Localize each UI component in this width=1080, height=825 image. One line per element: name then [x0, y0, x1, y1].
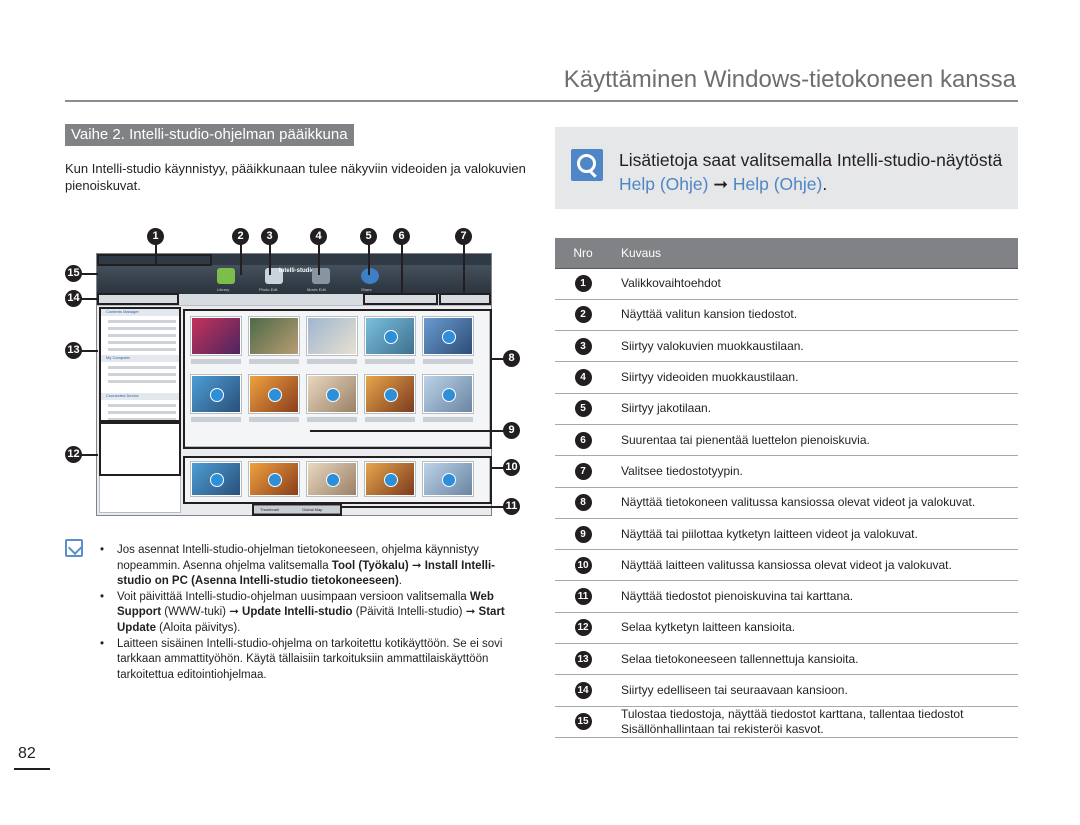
- table-row: 4 Siirtyy videoiden muokkaustilaan.: [555, 361, 1018, 394]
- page-title: Käyttäminen Windows-tietokoneen kanssa: [563, 66, 1016, 93]
- page-number-rule: [14, 768, 50, 770]
- share-icon: [361, 268, 379, 284]
- nav-highlight: [97, 293, 179, 305]
- row-description: Siirtyy valokuvien muokkaustilaan.: [611, 330, 1018, 363]
- info-box: Lisätietoja saat valitsemalla Intelli-st…: [555, 127, 1018, 209]
- row-description: Selaa tietokoneeseen tallennettuja kansi…: [611, 643, 1018, 676]
- marker-4: 4: [310, 228, 327, 245]
- marker-11: 11: [503, 498, 520, 515]
- row-description: Siirtyy edelliseen tai seuraavaan kansio…: [611, 674, 1018, 707]
- row-number-badge: 13: [574, 650, 592, 668]
- note-item: Laitteen sisäinen Intelli-studio-ohjelma…: [99, 637, 519, 684]
- intelli-studio-screenshot: Library Photo Edit Intelli-studio Movie …: [96, 253, 492, 516]
- table-row: 5 Siirtyy jakotilaan.: [555, 393, 1018, 425]
- row-number-badge: 14: [574, 682, 592, 699]
- share-label: Share: [361, 287, 372, 292]
- marker-5: 5: [360, 228, 377, 245]
- library-label: Library: [217, 287, 230, 292]
- table-row: 10 Näyttää laitteen valitussa kansiossa o…: [555, 549, 1018, 582]
- window-toolbar: Library Photo Edit Intelli-studio Movie …: [97, 265, 491, 294]
- marker-15: 15: [65, 265, 82, 282]
- row-number-badge: 10: [574, 556, 592, 574]
- table-row: 2 Näyttää valitun kansion tiedostot.: [555, 299, 1018, 332]
- marker-9: 9: [503, 422, 520, 439]
- row-number-badge: 12: [574, 619, 592, 637]
- column-header-nro: Nro: [555, 238, 611, 269]
- page-number: 82: [18, 745, 36, 762]
- row-number-badge: 5: [574, 400, 592, 418]
- row-number-badge: 1: [574, 275, 592, 293]
- info-text: Lisätietoja saat valitsemalla Intelli-st…: [619, 150, 1003, 194]
- row-description: Näyttää laitteen valitussa kansiossa ole…: [611, 549, 1018, 582]
- row-number-badge: 4: [574, 369, 592, 387]
- row-number-badge: 11: [574, 588, 592, 606]
- device-pane-highlight: [183, 456, 492, 504]
- row-number-badge: 15: [574, 713, 592, 731]
- row-description: Tulostaa tiedostoja, näyttää tiedostot k…: [611, 706, 1018, 738]
- table-row: 13 Selaa tietokoneeseen tallennettuja kan…: [555, 643, 1018, 676]
- row-description: Näyttää tietokoneen valitussa kansiossa …: [611, 487, 1018, 519]
- row-description: Näyttää tai piilottaa kytketyn laitteen …: [611, 518, 1018, 551]
- column-header-kuvaus: Kuvaus: [611, 238, 1018, 269]
- description-table: Nro Kuvaus 1 Valikkovaihtoehdot 2 Näyttää v…: [555, 238, 1018, 738]
- note-icon: [65, 539, 83, 557]
- row-description: Näyttää tiedostot pienoiskuvina tai kart…: [611, 580, 1018, 613]
- photo-edit-label: Photo Edit: [259, 287, 278, 292]
- section-title: Vaihe 2. Intelli-studio-ohjelman pääikku…: [65, 124, 354, 146]
- app-logo: Intelli-studio: [279, 268, 315, 274]
- marker-12: 12: [65, 446, 82, 463]
- row-number-badge: 9: [574, 525, 592, 543]
- marker-7: 7: [455, 228, 472, 245]
- marker-8: 8: [503, 350, 520, 367]
- table-row: 3 Siirtyy valokuvien muokkaustilaan.: [555, 330, 1018, 363]
- table-row: 11 Näyttää tiedostot pienoiskuvina tai ka…: [555, 580, 1018, 613]
- note-item: Voit päivittää Intelli-studio-ohjelman u…: [99, 590, 519, 637]
- zoom-highlight: [363, 293, 438, 305]
- marker-10: 10: [503, 459, 520, 476]
- marker-14: 14: [65, 290, 82, 307]
- tabs-highlight: [252, 503, 342, 516]
- table-row: 14 Siirtyy edelliseen tai seuraavaan kans…: [555, 674, 1018, 707]
- row-number-badge: 2: [574, 306, 592, 324]
- intro-paragraph: Kun Intelli-studio käynnistyy, pääikkuna…: [65, 161, 526, 193]
- row-description: Näyttää valitun kansion tiedostot.: [611, 299, 1018, 332]
- table-row: 12 Selaa kytketyn laitteen kansioita.: [555, 612, 1018, 645]
- note-item: Jos asennat Intelli-studio-ohjelman tiet…: [99, 543, 519, 590]
- row-number-badge: 3: [574, 337, 592, 355]
- library-icon: [217, 268, 235, 284]
- table-row: 15 Tulostaa tiedostoja, näyttää tiedostot…: [555, 706, 1018, 738]
- computer-pane-highlight: [183, 309, 492, 449]
- row-description: Selaa kytketyn laitteen kansioita.: [611, 612, 1018, 645]
- magnifier-icon: [571, 149, 603, 181]
- notes-list: Jos asennat Intelli-studio-ohjelman tiet…: [99, 543, 519, 683]
- filetype-highlight: [439, 293, 491, 305]
- device-folders-highlight: [99, 422, 181, 476]
- movie-edit-icon: [312, 268, 330, 284]
- movie-edit-label: Movie Edit: [307, 287, 326, 292]
- table-row: 6 Suurentaa tai pienentää luettelon pieno…: [555, 424, 1018, 457]
- row-description: Siirtyy jakotilaan.: [611, 393, 1018, 425]
- computer-folders-highlight: [99, 307, 181, 422]
- table-row: 9 Näyttää tai piilottaa kytketyn laitteen…: [555, 518, 1018, 551]
- row-description: Siirtyy videoiden muokkaustilaan.: [611, 361, 1018, 394]
- row-description: Valitsee tiedostotyypin.: [611, 455, 1018, 488]
- marker-2: 2: [232, 228, 249, 245]
- page-header: Käyttäminen Windows-tietokoneen kanssa: [65, 66, 1018, 102]
- table-row: 8 Näyttää tietokoneen valitussa kansiossa…: [555, 487, 1018, 519]
- table-row: 1 Valikkovaihtoehdot: [555, 268, 1018, 300]
- row-number-badge: 7: [574, 462, 592, 480]
- row-number-badge: 8: [574, 494, 592, 512]
- row-description: Valikkovaihtoehdot: [611, 268, 1018, 300]
- marker-1: 1: [147, 228, 164, 245]
- row-number-badge: 6: [574, 431, 592, 449]
- marker-6: 6: [393, 228, 410, 245]
- table-row: 7 Valitsee tiedostotyypin.: [555, 455, 1018, 488]
- row-description: Suurentaa tai pienentää luettelon pienoi…: [611, 424, 1018, 457]
- marker-3: 3: [261, 228, 278, 245]
- marker-13: 13: [65, 342, 82, 359]
